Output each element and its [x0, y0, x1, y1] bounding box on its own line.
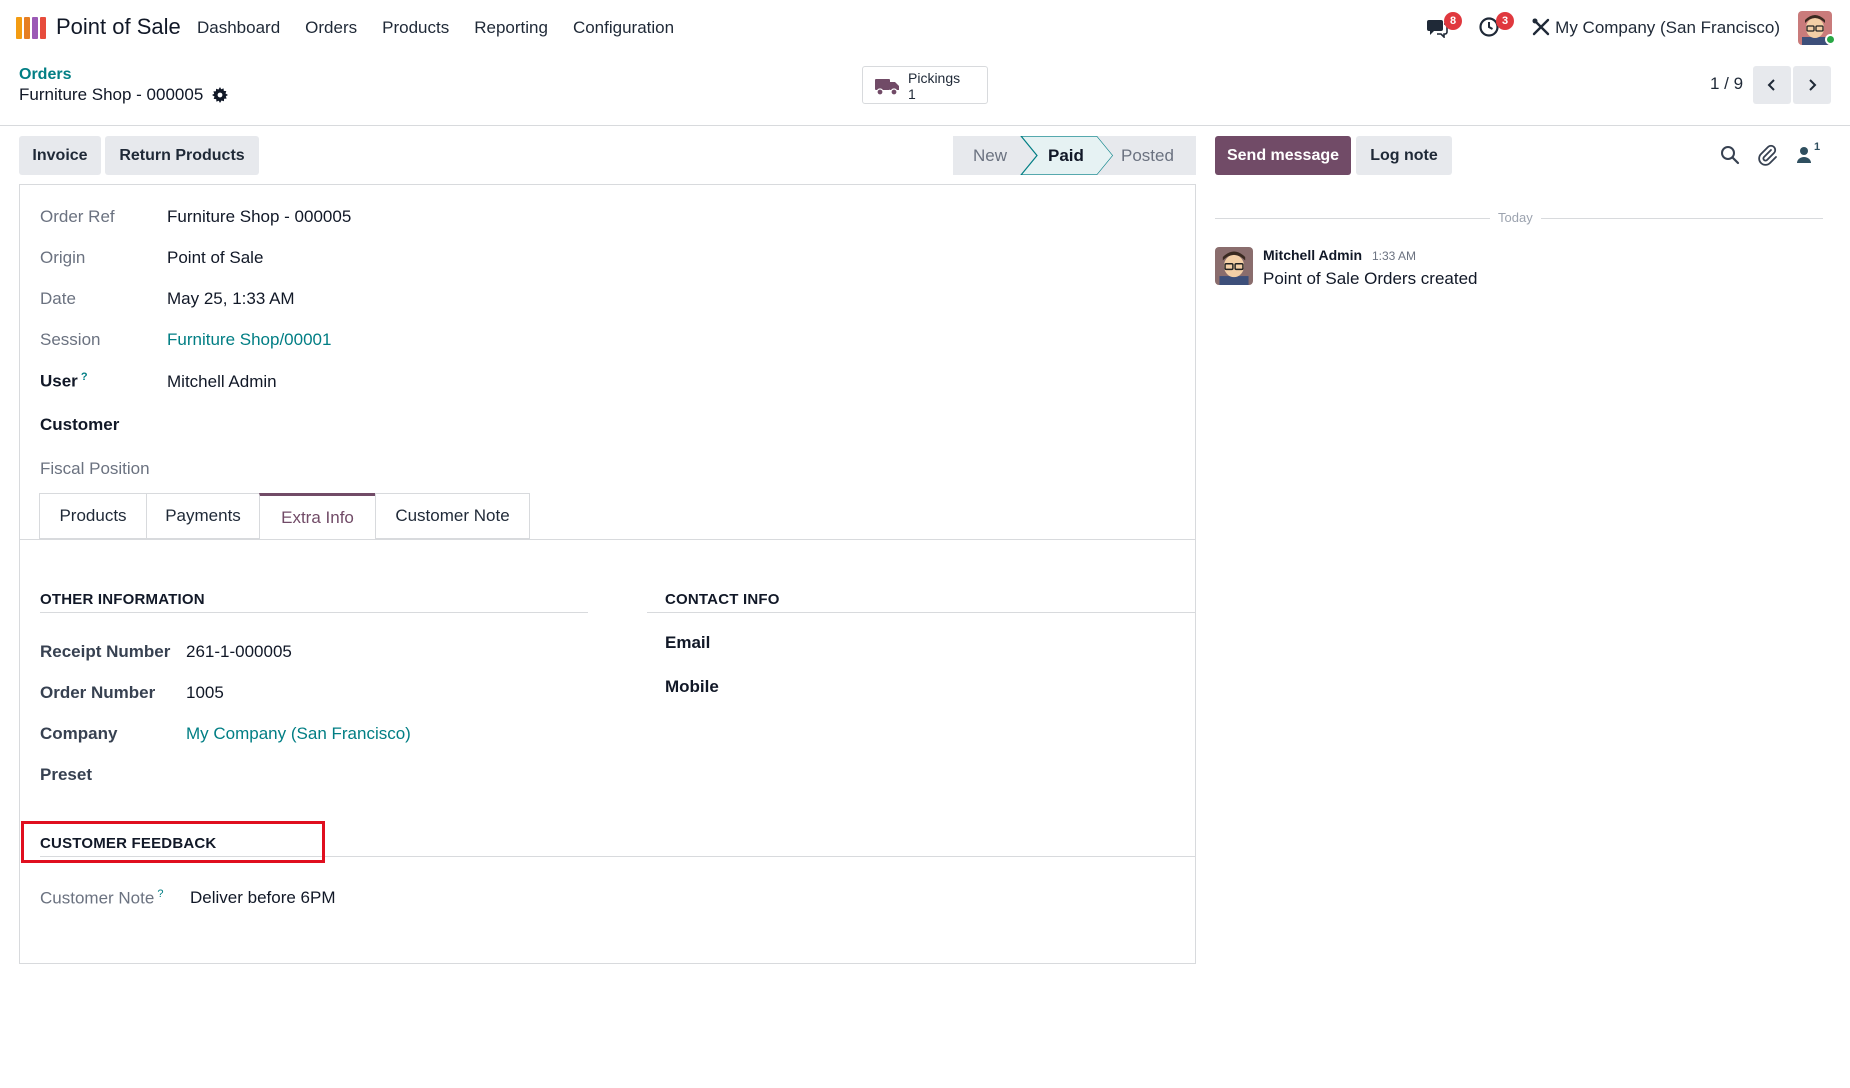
- form-sheet: Order Ref Furniture Shop - 000005 Origin…: [19, 184, 1196, 964]
- company-link[interactable]: My Company (San Francisco): [186, 724, 411, 744]
- truck-icon: [875, 79, 899, 96]
- return-products-button[interactable]: Return Products: [105, 136, 259, 175]
- date-label: Date: [40, 289, 76, 308]
- order-number-value: 1005: [186, 683, 224, 702]
- message-time: 1:33 AM: [1372, 249, 1417, 263]
- stage-posted[interactable]: Posted: [1121, 136, 1174, 175]
- preset-label: Preset: [40, 765, 92, 784]
- app-name[interactable]: Point of Sale: [56, 14, 181, 40]
- origin-value: Point of Sale: [167, 248, 264, 267]
- menu-products[interactable]: Products: [382, 18, 449, 38]
- order-ref-value: Furniture Shop - 000005: [167, 207, 352, 226]
- pickings-label: Pickings: [908, 70, 961, 86]
- user-label: User?: [40, 371, 88, 392]
- gear-icon[interactable]: [212, 87, 229, 103]
- user-follower-icon: [1797, 147, 1811, 163]
- activities-badge: 3: [1496, 12, 1514, 30]
- company-switcher[interactable]: My Company (San Francisco): [1555, 18, 1780, 38]
- user-help-tooltip[interactable]: ?: [81, 371, 88, 383]
- pager-next-button[interactable]: [1793, 66, 1831, 104]
- record-title-text: Furniture Shop - 000005: [19, 85, 204, 104]
- session-link[interactable]: Furniture Shop/00001: [167, 330, 331, 350]
- message-author[interactable]: Mitchell Admin: [1263, 247, 1362, 263]
- top-navbar: Point of Sale Dashboard Orders Products …: [0, 0, 1850, 56]
- date-value: May 25, 1:33 AM: [167, 289, 295, 308]
- send-message-button[interactable]: Send message: [1215, 136, 1351, 175]
- search-icon[interactable]: [1719, 144, 1741, 166]
- mobile-label: Mobile: [665, 677, 719, 696]
- contact-info-title: CONTACT INFO: [665, 591, 780, 608]
- tab-customer-note[interactable]: Customer Note: [375, 493, 530, 539]
- pickings-smart-button[interactable]: Pickings 1: [862, 66, 988, 104]
- stage-new[interactable]: New: [973, 136, 1007, 175]
- tabs-divider: [20, 539, 1195, 540]
- menu-configuration[interactable]: Configuration: [573, 18, 674, 38]
- control-panel: Orders Furniture Shop - 000005 Pickings …: [0, 56, 1850, 126]
- receipt-number-label: Receipt Number: [40, 642, 171, 661]
- messages-icon[interactable]: 8: [1426, 12, 1462, 40]
- tab-products[interactable]: Products: [39, 493, 146, 539]
- user-value[interactable]: Mitchell Admin: [167, 372, 277, 392]
- fiscal-position-label: Fiscal Position: [40, 459, 150, 478]
- messages-badge: 8: [1444, 12, 1462, 30]
- email-label: Email: [665, 633, 711, 652]
- session-label: Session: [40, 330, 101, 349]
- company-label: Company: [40, 724, 118, 743]
- customer-note-value[interactable]: Deliver before 6PM: [190, 888, 336, 908]
- pager-value[interactable]: 1 / 9: [1710, 74, 1743, 94]
- stage-paid[interactable]: Paid: [1048, 136, 1084, 175]
- pos-logo-icon[interactable]: [16, 17, 46, 39]
- message-body: Point of Sale Orders created: [1263, 269, 1478, 288]
- pickings-count: 1: [908, 86, 916, 102]
- chevron-right-icon: [1809, 79, 1817, 91]
- followers-button[interactable]: 1: [1796, 141, 1826, 165]
- order-number-label: Order Number: [40, 683, 156, 702]
- date-separator-label: Today: [1490, 210, 1541, 225]
- origin-label: Origin: [40, 248, 86, 267]
- menu-orders[interactable]: Orders: [305, 18, 357, 38]
- other-information-title: OTHER INFORMATION: [40, 591, 205, 608]
- activities-clock-icon[interactable]: 3: [1478, 12, 1514, 40]
- contact-info-rule: [647, 612, 1195, 613]
- online-status-dot: [1825, 34, 1836, 45]
- tools-icon[interactable]: [1530, 16, 1554, 40]
- log-note-button[interactable]: Log note: [1356, 136, 1452, 175]
- tab-payments[interactable]: Payments: [146, 493, 259, 539]
- tab-extra-info[interactable]: Extra Info: [259, 493, 375, 540]
- customer-feedback-highlight: [21, 821, 325, 863]
- breadcrumb-orders[interactable]: Orders: [19, 66, 71, 84]
- pager-previous-button[interactable]: [1753, 66, 1791, 104]
- paperclip-icon[interactable]: [1756, 144, 1778, 166]
- receipt-number-value: 261-1-000005: [186, 642, 292, 661]
- other-information-rule: [40, 612, 588, 613]
- main-menu: Dashboard Orders Products Reporting Conf…: [197, 18, 699, 38]
- notebook-tabs: Products Payments Extra Info Customer No…: [39, 493, 530, 540]
- customer-note-label-text: Customer Note: [40, 888, 155, 908]
- user-label-text: User: [40, 371, 78, 391]
- menu-dashboard[interactable]: Dashboard: [197, 18, 280, 38]
- chevron-left-icon: [1767, 79, 1775, 91]
- customer-label: Customer: [40, 415, 120, 434]
- customer-note-help-tooltip[interactable]: ?: [157, 888, 163, 900]
- customer-note-label: Customer Note?: [40, 888, 163, 909]
- order-ref-label: Order Ref: [40, 207, 115, 226]
- record-title: Furniture Shop - 000005: [19, 85, 229, 105]
- invoice-button[interactable]: Invoice: [19, 136, 101, 175]
- followers-count: 1: [1814, 141, 1821, 153]
- message-author-avatar[interactable]: [1215, 247, 1253, 285]
- menu-reporting[interactable]: Reporting: [474, 18, 548, 38]
